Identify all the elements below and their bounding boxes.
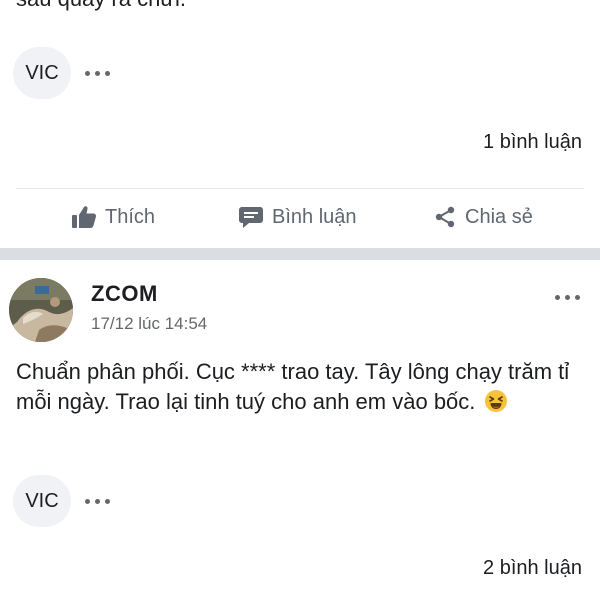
share-label: Chia sẻ	[465, 205, 533, 228]
user-chip[interactable]: VIC	[13, 475, 71, 527]
post-card: ZCOM 17/12 lúc 14:54 Chuẩn phân phối. Cụ…	[0, 260, 600, 600]
share-button[interactable]: Chia sẻ	[433, 205, 533, 229]
comment-button[interactable]: Bình luận	[238, 205, 357, 229]
like-label: Thích	[105, 205, 156, 228]
like-button[interactable]: Thích	[71, 205, 155, 229]
more-options-icon[interactable]	[85, 63, 110, 83]
laughing-emoji-icon	[484, 390, 507, 412]
post-text-truncated: sau quay ra chửi. ^^	[16, 0, 213, 12]
post-body: Chuẩn phân phối. Cục **** trao tay. Tây …	[16, 357, 591, 417]
avatar[interactable]	[9, 278, 73, 342]
comment-count[interactable]: 1 bình luận	[483, 131, 582, 154]
user-chip[interactable]: VIC	[13, 47, 71, 99]
reaction-row: VIC	[13, 47, 110, 99]
post-options-icon[interactable]	[555, 287, 580, 307]
share-icon	[435, 206, 455, 228]
comment-count[interactable]: 2 bình luận	[483, 557, 582, 580]
more-options-icon[interactable]	[85, 491, 110, 511]
feed-separator	[0, 248, 600, 260]
reaction-row: VIC	[13, 475, 110, 527]
previous-post: sau quay ra chửi. ^^ VIC 1 bình luận Thí…	[0, 0, 600, 248]
comment-icon	[239, 207, 263, 228]
author-name[interactable]: ZCOM	[91, 281, 158, 307]
comment-label: Bình luận	[272, 205, 357, 228]
post-timestamp[interactable]: 17/12 lúc 14:54	[91, 314, 207, 334]
divider	[16, 188, 584, 189]
thumbs-up-icon	[72, 206, 97, 228]
